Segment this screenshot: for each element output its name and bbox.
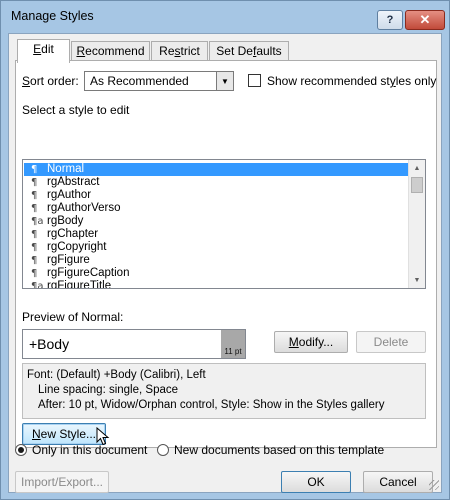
list-item[interactable]: ¶ rgFigure (24, 254, 408, 267)
scroll-up-icon[interactable]: ▲ (409, 160, 425, 176)
style-name: rgFigureTitle (47, 280, 112, 289)
show-recommended-checkbox[interactable] (248, 74, 261, 87)
import-export-button-label: Import/Export... (20, 475, 104, 489)
linked-style-icon: ¶a (31, 216, 44, 227)
only-this-document-label[interactable]: Only in this document (32, 443, 147, 457)
tab-restrict-label-rest: trict (180, 44, 200, 58)
tab-set-defaults[interactable]: Set Defaults (209, 41, 289, 62)
sort-order-label-post: ort order: (30, 74, 79, 88)
dialog-title: Manage Styles (11, 9, 94, 23)
paragraph-style-icon: ¶ (31, 255, 38, 266)
list-item[interactable]: ¶a rgFigureTitle (24, 280, 408, 289)
help-button[interactable]: ? (377, 10, 403, 30)
new-documents-radio[interactable] (157, 444, 169, 456)
ok-button-label: OK (307, 475, 325, 489)
paragraph-style-icon: ¶ (31, 268, 38, 279)
vertical-scrollbar[interactable]: ▲ ▼ (408, 160, 425, 288)
cancel-button[interactable]: Cancel (363, 471, 433, 493)
new-documents-label[interactable]: New documents based on this template (174, 443, 384, 457)
description-line: Line spacing: single, Space (38, 384, 179, 396)
scroll-down-icon[interactable]: ▼ (409, 272, 425, 288)
cancel-button-label: Cancel (379, 475, 417, 489)
scrollbar-thumb[interactable] (411, 177, 423, 193)
tab-restrict-label: Re (159, 44, 175, 58)
help-icon: ? (386, 14, 394, 26)
delete-button[interactable]: Delete (356, 331, 426, 353)
manage-styles-dialog: Manage Styles ? ✕ Edit Recommend Restric… (0, 0, 450, 500)
show-recommended-label-post: les only (395, 74, 437, 88)
tab-recommend-label-rest: ecommend (85, 44, 145, 58)
list-item[interactable]: ¶ rgChapter (24, 228, 408, 241)
resize-grip-icon[interactable] (429, 480, 439, 490)
linked-style-icon: ¶a (31, 281, 44, 289)
list-item[interactable]: ¶ rgAuthorVerso (24, 202, 408, 215)
tab-recommend-key: R (76, 44, 86, 58)
new-style-button[interactable]: New Style... (22, 423, 106, 445)
sort-order-value: As Recommended (90, 74, 189, 88)
style-name: rgAbstract (47, 176, 100, 188)
list-item[interactable]: ¶ rgAuthor (24, 189, 408, 202)
show-recommended-label[interactable]: Show recommended styles only (267, 74, 436, 88)
style-name: rgFigure (47, 254, 90, 266)
description-line: After: 10 pt, Widow/Orphan control, Styl… (38, 399, 385, 411)
style-name: rgAuthor (47, 189, 92, 201)
sort-order-dropdown[interactable]: As Recommended ▼ (84, 71, 234, 91)
style-name: rgCopyright (47, 241, 107, 253)
style-name: Normal (47, 163, 85, 175)
paragraph-style-icon: ¶ (31, 229, 38, 240)
select-style-label: Select a style to edit (22, 103, 130, 117)
tab-set-defaults-label: Set De (216, 44, 253, 58)
chevron-down-icon[interactable]: ▼ (216, 72, 233, 90)
paragraph-style-icon: ¶ (31, 164, 38, 175)
list-item[interactable]: ¶ rgFigureCaption (24, 267, 408, 280)
title-bar[interactable]: Manage Styles ? ✕ (1, 1, 449, 33)
paragraph-style-icon: ¶ (31, 242, 38, 253)
list-item[interactable]: ¶ rgAbstract (24, 176, 408, 189)
close-icon: ✕ (419, 12, 431, 27)
dialog-client-area: Edit Recommend Restrict Set Defaults Sor… (8, 33, 442, 493)
tab-edit-key: E (33, 42, 42, 56)
delete-button-label: Delete (373, 335, 409, 349)
sort-order-label: Sort order: (22, 74, 79, 88)
show-recommended-label-pre: Show recommended st (267, 74, 390, 88)
modify-button-key: M (288, 335, 299, 349)
import-export-button[interactable]: Import/Export... (15, 471, 109, 493)
new-style-button-label: ew Style... (40, 427, 97, 441)
modify-button-label: odify... (298, 335, 334, 349)
tab-restrict[interactable]: Restrict (151, 41, 208, 62)
close-button[interactable]: ✕ (405, 10, 445, 30)
style-name: rgChapter (47, 228, 99, 240)
list-item[interactable]: ¶a rgBody (24, 215, 408, 228)
style-preview-box: +Body 11 pt (22, 329, 246, 359)
style-name: rgAuthorVerso (47, 202, 121, 214)
style-name: rgBody (47, 215, 84, 227)
only-this-document-radio[interactable] (15, 444, 27, 456)
preview-text: +Body (29, 336, 70, 352)
list-item[interactable]: ¶ Normal (24, 163, 408, 176)
paragraph-style-icon: ¶ (31, 177, 38, 188)
tab-edit-label-rest: dit (41, 42, 54, 56)
list-item[interactable]: ¶ rgCopyright (24, 241, 408, 254)
tab-edit[interactable]: Edit (17, 39, 70, 63)
description-line: Font: (Default) +Body (Calibri), Left (27, 369, 206, 381)
modify-button[interactable]: Modify... (274, 331, 348, 353)
styles-listbox[interactable]: ¶ Normal ¶ rgAbstract ¶ rgAuthor ¶ rgAut… (22, 159, 426, 289)
edit-tab-panel: Sort order: As Recommended ▼ Show recomm… (15, 60, 437, 448)
tab-recommend[interactable]: Recommend (71, 41, 150, 62)
paragraph-style-icon: ¶ (31, 190, 38, 201)
style-name: rgFigureCaption (47, 267, 130, 279)
style-description: Font: (Default) +Body (Calibri), Left Li… (22, 363, 426, 419)
paragraph-style-icon: ¶ (31, 203, 38, 214)
tab-set-defaults-label-rest: aults (256, 44, 282, 58)
new-style-button-key: N (31, 427, 41, 441)
preview-label: Preview of Normal: (22, 310, 124, 324)
ok-button[interactable]: OK (281, 471, 351, 493)
sort-order-label-key: S (22, 74, 31, 88)
preview-font-size: 11 pt (221, 330, 245, 358)
